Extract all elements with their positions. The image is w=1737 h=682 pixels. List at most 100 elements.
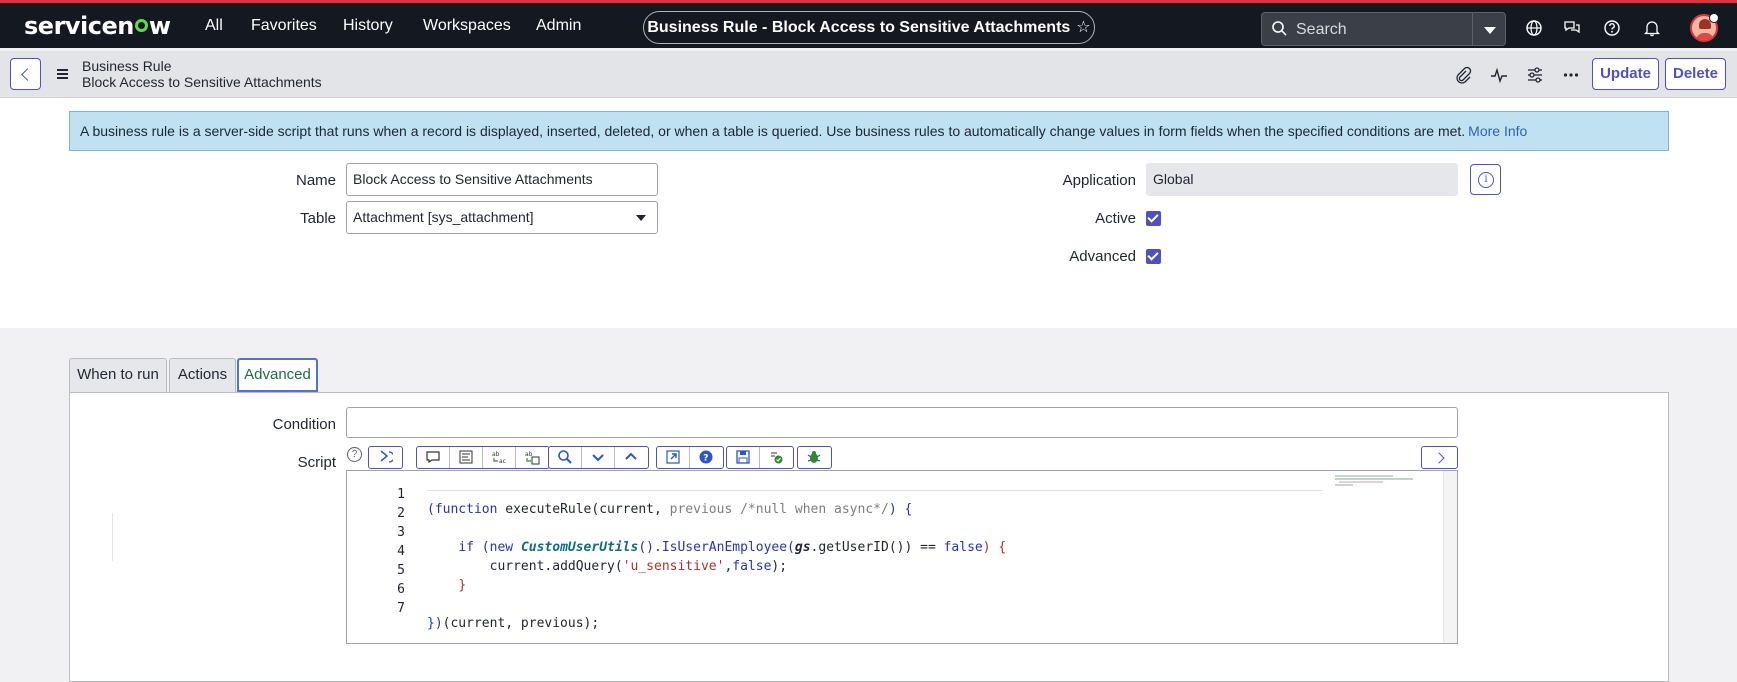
bug-icon [807,451,821,463]
info-banner: A business rule is a server-side script … [69,111,1669,151]
nav-admin[interactable]: Admin [536,17,581,35]
update-button[interactable]: Update [1592,58,1659,90]
comment-icon [426,451,440,464]
nav-all[interactable]: All [205,17,223,35]
top-navigation: servicen w All Favorites History Workspac… [0,0,1737,48]
script-save-toolbar [726,446,794,469]
global-search-input[interactable]: Search [1261,12,1475,46]
name-label: Name [295,172,336,189]
check-syntax-button[interactable] [760,447,793,468]
svg-text:ac: ac [499,458,506,465]
globe-icon[interactable] [1525,19,1543,37]
advanced-checkbox[interactable] [1146,249,1161,264]
replace-icon: abac [492,451,506,465]
code-line: 6 [347,567,1457,597]
replace-all-icon: ab [525,451,540,465]
application-label: Application [1062,172,1136,189]
nav-workspaces[interactable]: Workspaces [423,17,511,35]
condition-input[interactable] [346,407,1458,438]
condition-label: Condition [272,416,336,433]
editor-scrollbar[interactable] [1443,471,1457,643]
sliders-icon[interactable] [1525,65,1545,85]
search-placeholder: Search [1296,21,1347,38]
script-editor[interactable]: 1 (function executeRule(current, previou… [346,470,1458,644]
application-info-button[interactable]: i [1470,164,1501,195]
bell-icon[interactable] [1643,19,1661,37]
save-icon [736,450,750,464]
replace-button[interactable]: ab ac [483,447,516,468]
name-input[interactable]: Block Access to Sensitive Attachments [346,163,658,196]
form-header: Business Rule Block Access to Sensitive … [0,51,1737,98]
indent-guide [112,513,113,561]
code-line: 3 if (new CustomUserUtils().IsUserAnEmpl… [347,510,1457,555]
chat-icon[interactable] [1563,19,1581,37]
toggle-syntax-button[interactable] [369,447,402,468]
nav-favorites[interactable]: Favorites [251,17,317,35]
avatar-status-badge [1709,13,1719,23]
nav-history[interactable]: History [343,17,393,35]
record-title-pill[interactable]: Business Rule - Block Access to Sensitiv… [643,11,1095,44]
syntax-check-icon [771,452,783,464]
expand-editor-button[interactable] [1421,446,1458,469]
search-scope-dropdown[interactable] [1472,12,1506,46]
code-line: 5 } [347,548,1457,593]
code-line: 7 })(current, previous); [347,586,1457,631]
advanced-label: Advanced [1069,248,1136,265]
find-next-button[interactable] [582,447,615,468]
tab-when-to-run[interactable]: When to run [69,358,167,392]
activity-icon[interactable] [1489,65,1509,85]
format-code-icon [459,450,473,464]
paperclip-icon[interactable] [1453,65,1473,85]
code-line: 2 [347,491,1457,521]
table-select-value: Attachment [sys_attachment] [353,209,534,225]
editor-minimap [1335,475,1413,486]
script-debug-toolbar [797,446,832,469]
active-checkbox[interactable] [1146,211,1161,226]
line-number: 7 [397,601,405,616]
table-label: Table [300,210,336,227]
comment-button[interactable] [417,447,450,468]
record-title-text: Business Rule - Block Access to Sensitiv… [647,19,1071,36]
more-icon[interactable] [1561,65,1581,85]
script-help-icon[interactable]: ? [347,447,362,462]
form-menu-icon[interactable] [57,69,68,81]
search-icon [1272,21,1287,36]
info-banner-text: A business rule is a server-side script … [80,123,1466,139]
code-line: 1 (function executeRule(current, previou… [347,472,1457,517]
syntax-toggle-icon [380,450,393,463]
record-name-label: Block Access to Sensitive Attachments [82,74,322,90]
chevron-down-icon [636,215,646,221]
help-circle-icon: ? [699,450,713,464]
tab-actions[interactable]: Actions [169,358,236,392]
script-help-button[interactable]: ? [690,447,723,468]
script-label: Script [297,454,336,471]
info-icon: i [1478,172,1494,188]
replace-all-button[interactable]: ab [516,447,549,468]
svg-text:?: ? [703,454,708,464]
back-button[interactable] [10,58,41,90]
toggle-syntax-group [368,446,403,469]
servicenow-logo[interactable]: servicen w [24,12,171,40]
format-code-button[interactable] [450,447,483,468]
help-icon[interactable] [1603,19,1621,37]
script-debugger-button[interactable] [657,447,690,468]
code-line: 4 current.addQuery('u_sensitive',false); [347,529,1457,574]
code-line-text: })(current, previous); [427,616,600,631]
favorite-star-icon[interactable]: ☆ [1076,19,1090,36]
table-select[interactable]: Attachment [sys_attachment] [346,201,658,234]
active-label: Active [1095,210,1136,227]
more-info-link[interactable]: More Info [1468,123,1527,139]
search-script-button[interactable] [549,447,582,468]
script-nav-toolbar [548,446,649,469]
chevron-up-icon [625,452,637,460]
debug-script-button[interactable] [798,447,831,468]
save-script-button[interactable] [727,447,760,468]
tab-advanced[interactable]: Advanced [237,358,318,392]
svg-text:ab: ab [492,451,500,458]
chevron-down-icon [592,454,604,462]
delete-button[interactable]: Delete [1665,58,1726,90]
application-field: Global [1146,163,1458,196]
script-tools-toolbar: ? [656,446,724,469]
record-type-label: Business Rule [82,58,172,74]
find-previous-button[interactable] [615,447,648,468]
